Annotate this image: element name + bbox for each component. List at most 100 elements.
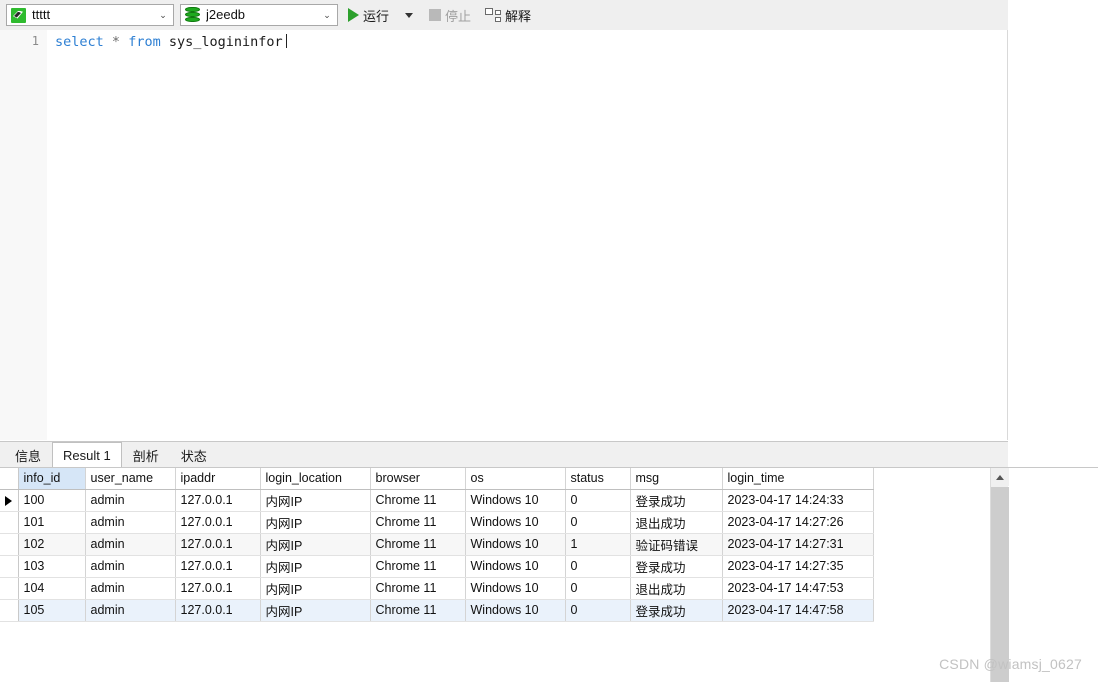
stop-icon: [429, 9, 442, 21]
cell-login-location[interactable]: 内网IP: [260, 555, 371, 578]
sql-editor[interactable]: 1 select * from sys_logininfor: [0, 30, 1008, 440]
result-grid-scrollbar[interactable]: [990, 468, 1009, 682]
row-indicator[interactable]: [0, 489, 19, 512]
stop-button-label: 停止: [445, 8, 472, 24]
cell-msg[interactable]: 退出成功: [630, 577, 723, 600]
cell-ipaddr[interactable]: 127.0.0.1: [175, 533, 261, 556]
database-select[interactable]: j2eedb ⌄: [180, 4, 338, 26]
column-header-login-time[interactable]: login_time: [722, 468, 874, 490]
cell-login-location[interactable]: 内网IP: [260, 489, 371, 512]
scroll-up-button[interactable]: [991, 468, 1009, 486]
cell-browser[interactable]: Chrome 11: [370, 489, 466, 512]
tab-status[interactable]: 状态: [170, 443, 218, 467]
cell-user-name[interactable]: admin: [85, 577, 176, 600]
table-row[interactable]: 101 admin 127.0.0.1 内网IP Chrome 11 Windo…: [0, 511, 874, 534]
cell-login-location[interactable]: 内网IP: [260, 533, 371, 556]
run-options-button[interactable]: [399, 3, 419, 27]
cell-info-id[interactable]: 101: [18, 511, 86, 534]
cell-user-name[interactable]: admin: [85, 511, 176, 534]
cell-msg[interactable]: 验证码错误: [630, 533, 723, 556]
table-row[interactable]: 100 admin 127.0.0.1 内网IP Chrome 11 Windo…: [0, 489, 874, 512]
column-header-info-id[interactable]: info_id: [18, 468, 86, 490]
sql-code-line: select * from sys_logininfor: [55, 33, 287, 51]
cell-info-id[interactable]: 105: [18, 599, 86, 622]
cell-status[interactable]: 0: [565, 555, 631, 578]
cell-login-time[interactable]: 2023-04-17 14:47:58: [722, 599, 874, 622]
cell-login-location[interactable]: 内网IP: [260, 511, 371, 534]
stop-button[interactable]: 停止: [425, 3, 475, 27]
table-row[interactable]: 105 admin 127.0.0.1 内网IP Chrome 11 Windo…: [0, 599, 874, 622]
text-cursor: [285, 34, 287, 48]
column-header-login-location[interactable]: login_location: [260, 468, 371, 490]
column-header-browser[interactable]: browser: [370, 468, 466, 490]
column-header-os[interactable]: os: [465, 468, 566, 490]
cell-msg[interactable]: 登录成功: [630, 599, 723, 622]
explain-button-label: 解释: [505, 8, 532, 24]
cell-status[interactable]: 0: [565, 511, 631, 534]
cell-login-time[interactable]: 2023-04-17 14:24:33: [722, 489, 874, 512]
cell-browser[interactable]: Chrome 11: [370, 533, 466, 556]
run-button[interactable]: 运行: [344, 3, 393, 27]
table-row[interactable]: 104 admin 127.0.0.1 内网IP Chrome 11 Windo…: [0, 577, 874, 600]
cell-ipaddr[interactable]: 127.0.0.1: [175, 489, 261, 512]
scrollbar-thumb[interactable]: [991, 487, 1009, 682]
cell-ipaddr[interactable]: 127.0.0.1: [175, 599, 261, 622]
cell-os[interactable]: Windows 10: [465, 511, 566, 534]
row-indicator[interactable]: [0, 511, 19, 534]
cell-login-time[interactable]: 2023-04-17 14:27:26: [722, 511, 874, 534]
tab-profile[interactable]: 剖析: [122, 443, 170, 467]
sql-keyword-select: select: [55, 34, 104, 50]
cell-os[interactable]: Windows 10: [465, 599, 566, 622]
table-header-row: info_id user_name ipaddr login_location …: [0, 468, 874, 490]
row-indicator[interactable]: [0, 577, 19, 600]
cell-status[interactable]: 0: [565, 489, 631, 512]
cell-status[interactable]: 0: [565, 599, 631, 622]
row-indicator[interactable]: [0, 599, 19, 622]
cell-info-id[interactable]: 103: [18, 555, 86, 578]
connection-select[interactable]: ttttt ⌄: [6, 4, 174, 26]
toolbar: ttttt ⌄ j2eedb ⌄ 运行 停止 解释: [0, 0, 1008, 30]
column-header-ipaddr[interactable]: ipaddr: [175, 468, 261, 490]
cell-msg[interactable]: 登录成功: [630, 555, 723, 578]
cell-login-time[interactable]: 2023-04-17 14:27:31: [722, 533, 874, 556]
cell-msg[interactable]: 登录成功: [630, 489, 723, 512]
cell-user-name[interactable]: admin: [85, 599, 176, 622]
column-header-status[interactable]: status: [565, 468, 631, 490]
cell-login-time[interactable]: 2023-04-17 14:27:35: [722, 555, 874, 578]
sql-editor-window: ttttt ⌄ j2eedb ⌄ 运行 停止 解释 1 select * fro…: [0, 0, 1098, 682]
table-row[interactable]: 103 admin 127.0.0.1 内网IP Chrome 11 Windo…: [0, 555, 874, 578]
cell-login-time[interactable]: 2023-04-17 14:47:53: [722, 577, 874, 600]
cell-browser[interactable]: Chrome 11: [370, 599, 466, 622]
cell-user-name[interactable]: admin: [85, 533, 176, 556]
cell-login-location[interactable]: 内网IP: [260, 577, 371, 600]
cell-browser[interactable]: Chrome 11: [370, 511, 466, 534]
cell-os[interactable]: Windows 10: [465, 555, 566, 578]
cell-os[interactable]: Windows 10: [465, 533, 566, 556]
table-row[interactable]: 102 admin 127.0.0.1 内网IP Chrome 11 Windo…: [0, 533, 874, 556]
cell-info-id[interactable]: 100: [18, 489, 86, 512]
cell-status[interactable]: 0: [565, 577, 631, 600]
cell-msg[interactable]: 退出成功: [630, 511, 723, 534]
cell-os[interactable]: Windows 10: [465, 489, 566, 512]
tab-result-1[interactable]: Result 1: [52, 442, 122, 467]
cell-login-location[interactable]: 内网IP: [260, 599, 371, 622]
tab-info[interactable]: 信息: [4, 443, 52, 467]
column-header-msg[interactable]: msg: [630, 468, 723, 490]
cell-os[interactable]: Windows 10: [465, 577, 566, 600]
column-header-user-name[interactable]: user_name: [85, 468, 176, 490]
cell-ipaddr[interactable]: 127.0.0.1: [175, 511, 261, 534]
cell-browser[interactable]: Chrome 11: [370, 555, 466, 578]
cell-status[interactable]: 1: [565, 533, 631, 556]
row-indicator[interactable]: [0, 533, 19, 556]
cell-browser[interactable]: Chrome 11: [370, 577, 466, 600]
cell-info-id[interactable]: 104: [18, 577, 86, 600]
cell-ipaddr[interactable]: 127.0.0.1: [175, 577, 261, 600]
cell-user-name[interactable]: admin: [85, 489, 176, 512]
cell-user-name[interactable]: admin: [85, 555, 176, 578]
current-row-icon: [5, 495, 13, 506]
cell-info-id[interactable]: 102: [18, 533, 86, 556]
explain-button[interactable]: 解释: [481, 3, 535, 27]
cell-ipaddr[interactable]: 127.0.0.1: [175, 555, 261, 578]
result-table: info_id user_name ipaddr login_location …: [0, 468, 874, 622]
row-indicator[interactable]: [0, 555, 19, 578]
